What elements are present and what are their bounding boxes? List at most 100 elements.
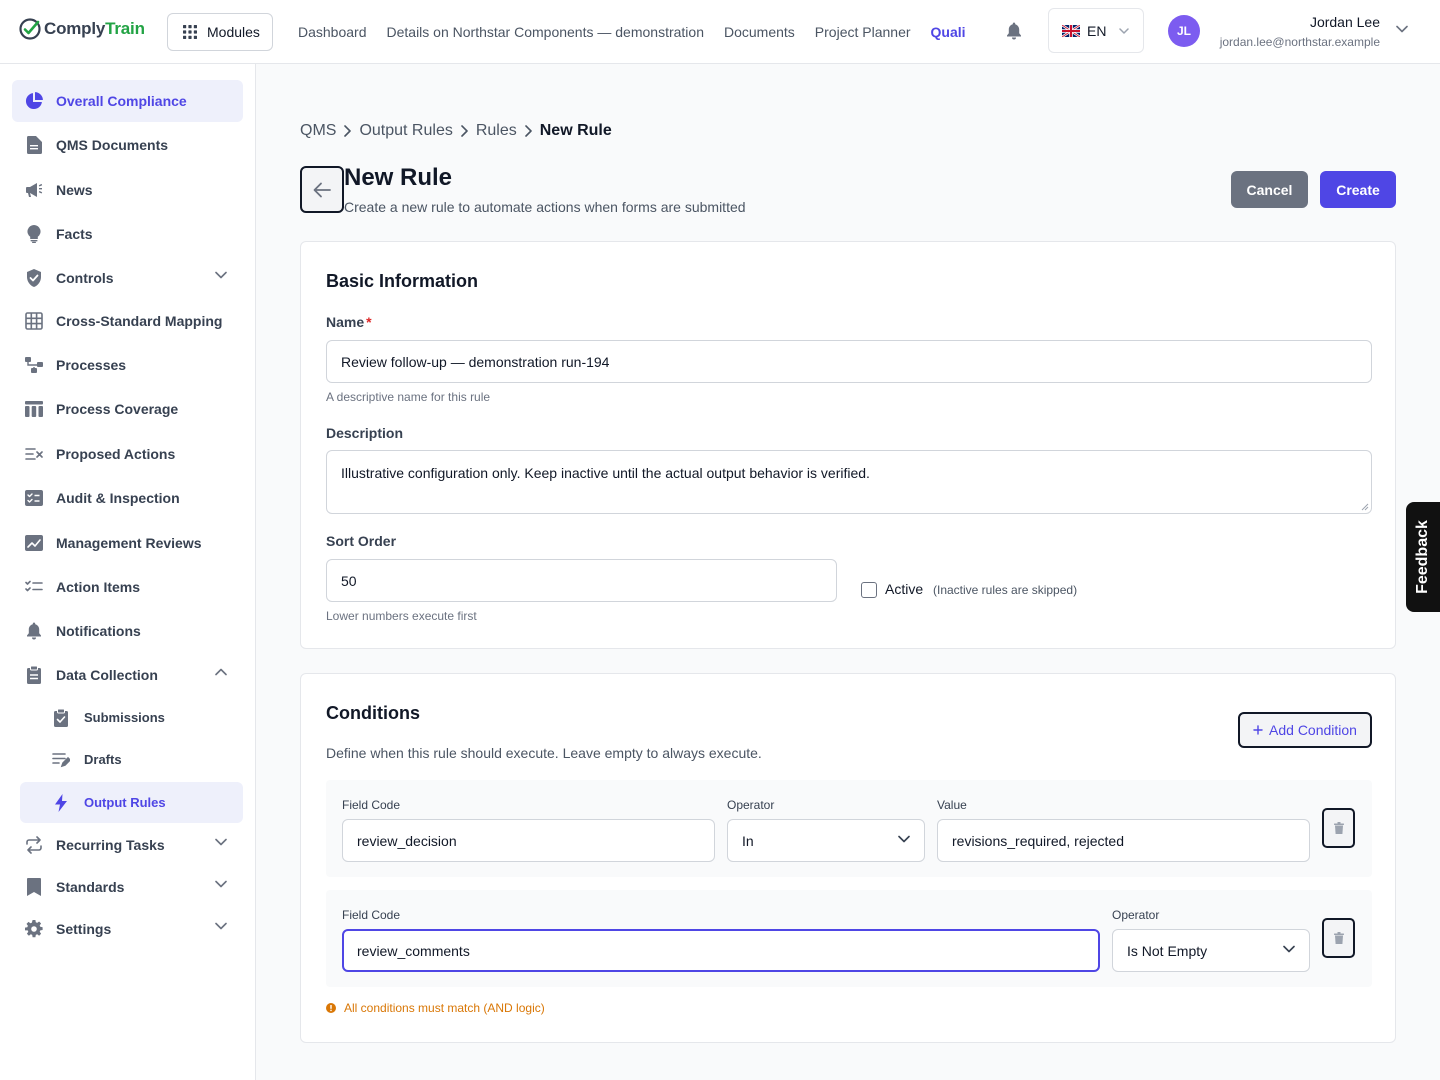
chevron-up-icon: [215, 668, 227, 676]
sidebar-item-qms-documents[interactable]: QMS Documents: [12, 124, 243, 166]
clipboard-icon: [24, 665, 44, 685]
delete-condition-button[interactable]: [1322, 918, 1355, 958]
back-button[interactable]: [300, 166, 344, 213]
name-help: A descriptive name for this rule: [326, 390, 491, 404]
grid-icon: [183, 25, 197, 39]
active-label: Active: [885, 581, 924, 597]
page-subtitle: Create a new rule to automate actions wh…: [344, 199, 746, 215]
clipboard-check-icon: [52, 708, 70, 727]
page-title: New Rule: [344, 164, 453, 191]
feedback-tab[interactable]: Feedback: [1406, 502, 1440, 612]
conditions-description: Define when this rule should execute. Le…: [326, 745, 762, 761]
lightbulb-icon: [24, 224, 44, 244]
description-textarea[interactable]: Illustrative configuration only. Keep in…: [326, 450, 1372, 514]
name-input[interactable]: Review follow-up — demonstration run-194: [326, 340, 1372, 383]
table-grid-icon: [24, 311, 44, 331]
sidebar-item-management-reviews[interactable]: Management Reviews: [12, 522, 243, 564]
conditions-title: Conditions: [326, 703, 420, 723]
active-hint: (Inactive rules are skipped): [933, 583, 1078, 597]
operator-select[interactable]: Is Not Empty: [1112, 929, 1310, 972]
description-label: Description: [326, 425, 404, 441]
sidebar-item-submissions[interactable]: Submissions: [20, 697, 243, 738]
sidebar-item-standards[interactable]: Standards: [12, 866, 243, 908]
and-logic-note: All conditions must match (AND logic): [326, 1001, 545, 1015]
chart-review-icon: [24, 533, 44, 553]
sidebar-item-proposed-actions[interactable]: Proposed Actions: [12, 433, 243, 475]
bookmark-icon: [24, 877, 44, 897]
field-code-input[interactable]: review_comments: [342, 929, 1100, 972]
sidebar-item-data-collection[interactable]: Data Collection: [12, 654, 243, 696]
sidebar-item-recurring-tasks[interactable]: Recurring Tasks: [12, 824, 243, 866]
chevron-down-icon: [215, 922, 227, 930]
edit-lines-icon: [52, 751, 70, 769]
basic-information-card: Basic Information Name * Review follow-up…: [300, 241, 1396, 649]
nav-project-planner[interactable]: Project Planner: [815, 24, 911, 40]
nav-details[interactable]: Details on Northstar Components — demons…: [387, 24, 704, 40]
sidebar-item-news[interactable]: News: [12, 169, 243, 211]
modules-button[interactable]: Modules: [167, 13, 273, 51]
sidebar-item-processes[interactable]: Processes: [12, 344, 243, 386]
breadcrumb-qms[interactable]: QMS: [300, 122, 336, 140]
nav-dashboard[interactable]: Dashboard: [298, 24, 367, 40]
sidebar-item-cross-standard-mapping[interactable]: Cross-Standard Mapping: [12, 300, 243, 342]
checklist-icon: [24, 488, 44, 508]
condition-row: Field Code review_comments Operator Is N…: [326, 890, 1372, 987]
top-nav: Dashboard Details on Northstar Component…: [298, 0, 978, 63]
field-code-input[interactable]: review_decision: [342, 819, 715, 862]
chevron-down-icon: [1119, 27, 1130, 34]
active-checkbox[interactable]: [861, 582, 877, 598]
sidebar-item-audit-inspection[interactable]: Audit & Inspection: [12, 477, 243, 519]
top-bar: ComplyTrain Modules Dashboard Details on…: [0, 0, 1440, 64]
trash-icon: [1333, 932, 1344, 944]
logo-check-icon: [18, 17, 42, 41]
nav-quali[interactable]: Quali: [931, 24, 966, 40]
sidebar-item-settings[interactable]: Settings: [12, 908, 243, 950]
sidebar-item-process-coverage[interactable]: Process Coverage: [12, 388, 243, 430]
breadcrumb-output-rules[interactable]: Output Rules: [359, 122, 452, 140]
repeat-icon: [24, 835, 44, 855]
field-code-label: Field Code: [342, 798, 401, 812]
condition-row: Field Code review_decision Operator In V…: [326, 780, 1372, 877]
sort-order-help: Lower numbers execute first: [326, 609, 477, 623]
logo[interactable]: ComplyTrain: [18, 17, 145, 41]
nav-documents[interactable]: Documents: [724, 24, 795, 40]
pie-chart-icon: [24, 91, 44, 111]
sidebar-item-notifications[interactable]: Notifications: [12, 610, 243, 652]
sidebar-item-controls[interactable]: Controls: [12, 257, 243, 299]
chevron-down-icon: [1283, 945, 1295, 953]
gear-icon: [24, 919, 44, 939]
cancel-button[interactable]: Cancel: [1231, 171, 1308, 208]
lightning-icon: [52, 793, 70, 812]
name-label: Name *: [326, 314, 372, 330]
sidebar-item-drafts[interactable]: Drafts: [20, 739, 243, 780]
operator-select[interactable]: In: [727, 819, 925, 862]
sidebar-item-action-items[interactable]: Action Items: [12, 566, 243, 608]
delete-condition-button[interactable]: [1322, 808, 1355, 848]
chevron-down-icon: [215, 880, 227, 888]
chevron-down-icon: [898, 835, 910, 843]
user-email: jordan.lee@northstar.example: [1219, 35, 1380, 49]
arrow-left-icon: [313, 182, 331, 198]
value-label: Value: [937, 798, 967, 812]
create-button[interactable]: Create: [1320, 171, 1396, 208]
flow-icon: [24, 355, 44, 375]
basic-information-title: Basic Information: [326, 271, 479, 291]
operator-label: Operator: [1112, 908, 1160, 922]
add-condition-button[interactable]: Add Condition: [1238, 712, 1372, 748]
breadcrumb-rules[interactable]: Rules: [476, 122, 517, 140]
bell-icon[interactable]: [1006, 22, 1022, 40]
sort-order-label: Sort Order: [326, 533, 397, 549]
avatar[interactable]: JL: [1168, 15, 1200, 47]
chevron-right-icon: [524, 125, 532, 137]
sort-order-input[interactable]: 50: [326, 559, 837, 602]
sidebar-item-facts[interactable]: Facts: [12, 213, 243, 255]
resize-handle-icon[interactable]: [1361, 503, 1369, 511]
user-menu-chevron-icon[interactable]: [1396, 25, 1408, 33]
sidebar-item-overall-compliance[interactable]: Overall Compliance: [12, 80, 243, 122]
sidebar: Overall Compliance QMS Documents News Fa…: [0, 64, 256, 1080]
sidebar-item-output-rules[interactable]: Output Rules: [20, 782, 243, 823]
breadcrumb: QMS Output Rules Rules New Rule: [300, 122, 612, 140]
chevron-down-icon: [215, 838, 227, 846]
language-selector[interactable]: EN: [1048, 8, 1144, 53]
value-input[interactable]: revisions_required, rejected: [937, 819, 1310, 862]
